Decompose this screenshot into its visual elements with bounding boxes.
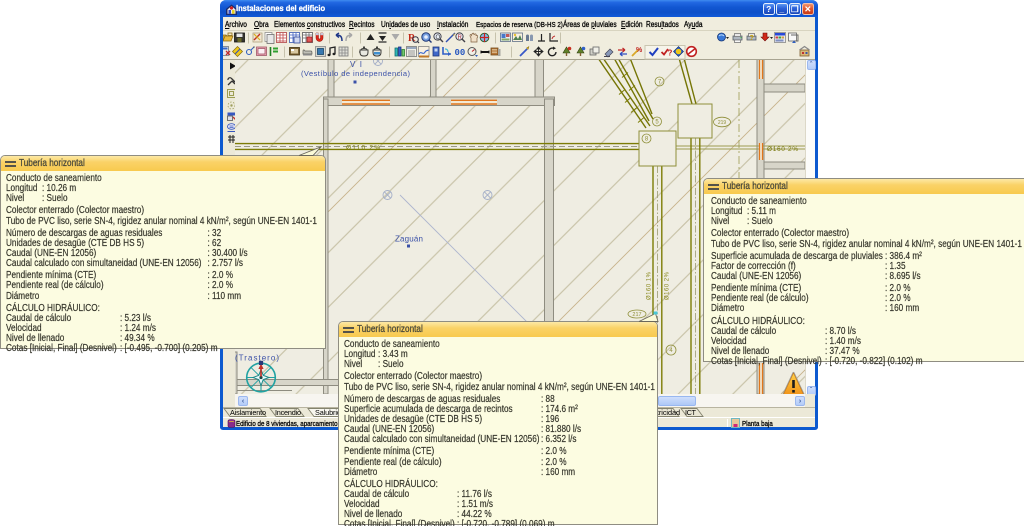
svg-text:R: R bbox=[458, 35, 463, 41]
svg-text:%: % bbox=[636, 47, 643, 54]
svg-text:217: 217 bbox=[632, 312, 641, 318]
svg-text:Q: Q bbox=[436, 35, 441, 41]
svg-text:?: ? bbox=[668, 49, 673, 58]
svg-text:00: 00 bbox=[455, 48, 466, 58]
svg-text:Ø160 1%: Ø160 1% bbox=[647, 271, 653, 300]
svg-text:219: 219 bbox=[718, 120, 727, 126]
svg-text:Zaguán: Zaguán bbox=[395, 235, 423, 244]
svg-text:?: ? bbox=[750, 35, 754, 42]
svg-text:(Vestíbulo de independencia): (Vestíbulo de independencia) bbox=[301, 69, 411, 78]
svg-text:(Trastero): (Trastero) bbox=[235, 354, 279, 363]
svg-text:Ø160 2%: Ø160 2% bbox=[665, 271, 671, 300]
svg-text:Ø160 2%: Ø160 2% bbox=[767, 146, 798, 153]
